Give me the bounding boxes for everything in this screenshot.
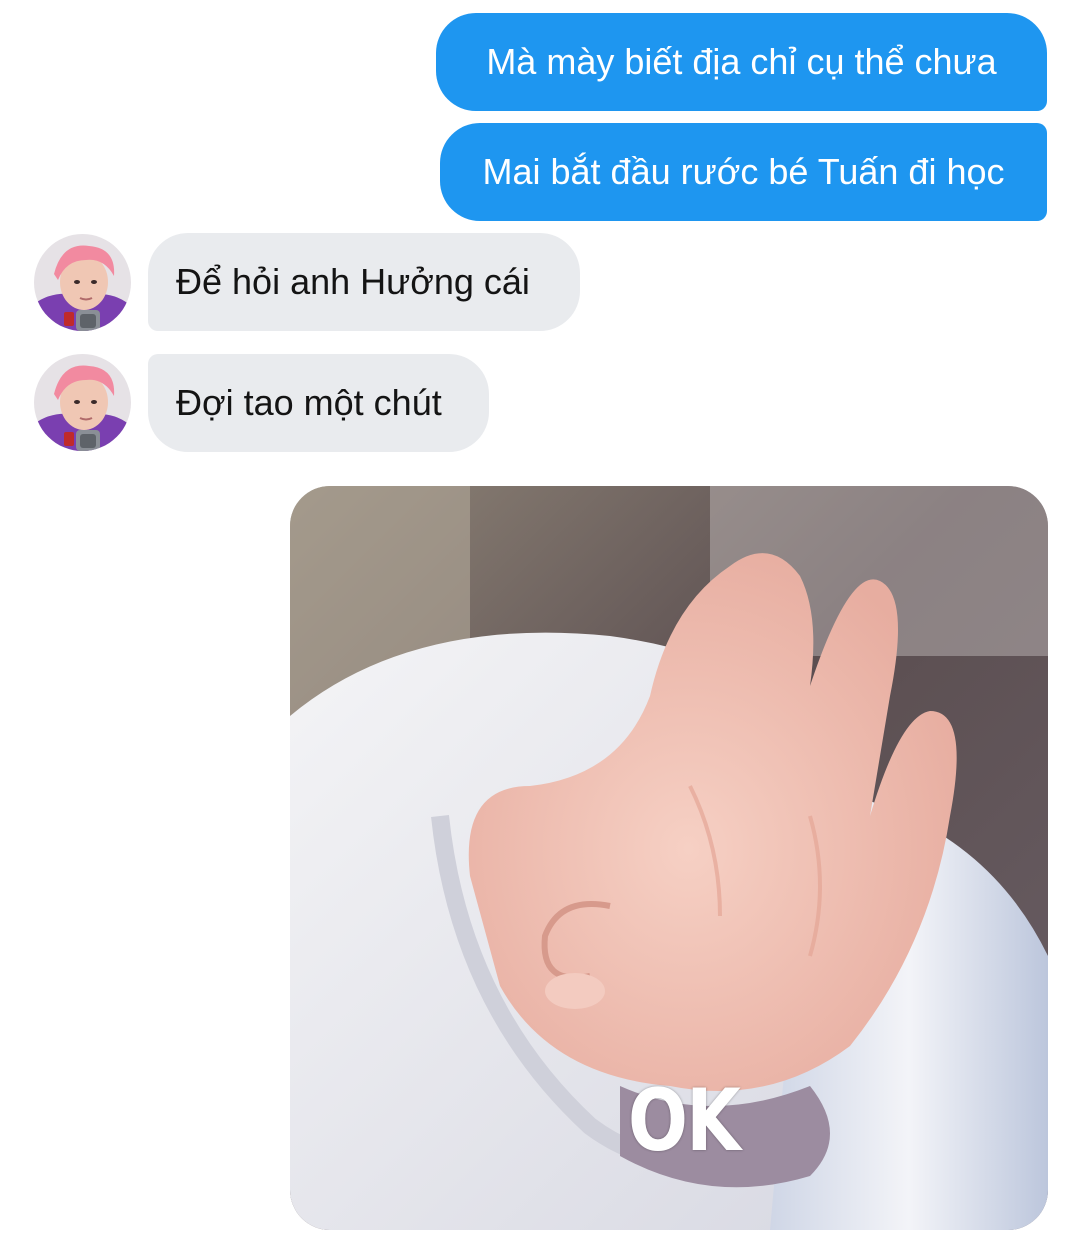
message-text: Để hỏi anh Hưởng cái [176, 261, 530, 302]
incoming-message-bubble[interactable]: Đợi tao một chút [148, 354, 489, 452]
message-text: Mà mày biết địa chỉ cụ thể chưa [486, 41, 997, 82]
contact-avatar[interactable] [34, 234, 131, 331]
message-text: Đợi tao một chút [176, 382, 442, 423]
contact-avatar[interactable] [34, 354, 131, 451]
ok-hand-sticker-image[interactable]: OK [290, 486, 1048, 1230]
sticker-caption: OK [628, 1071, 741, 1171]
incoming-message-bubble[interactable]: Để hỏi anh Hưởng cái [148, 233, 580, 331]
outgoing-message-bubble[interactable]: Mà mày biết địa chỉ cụ thể chưa [436, 13, 1047, 111]
outgoing-message-bubble[interactable]: Mai bắt đầu rước bé Tuấn đi học [440, 123, 1047, 221]
message-text: Mai bắt đầu rước bé Tuấn đi học [482, 151, 1005, 192]
